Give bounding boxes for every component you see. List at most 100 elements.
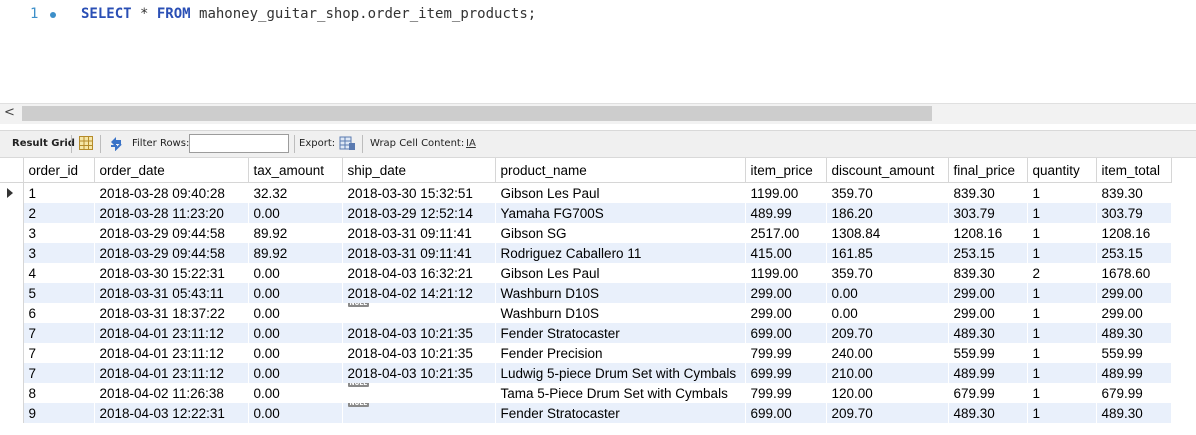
cell-tax-amount[interactable]: 0.00 [248,343,342,363]
column-header-final-price[interactable]: final_price [948,158,1028,183]
table-row[interactable]: 7 2018-04-01 23:11:12 0.00 2018-04-03 10:21… [0,323,1171,343]
cell-tax-amount[interactable]: 89.92 [248,223,342,243]
cell-order-date[interactable]: 2018-03-30 15:22:31 [94,263,248,283]
table-row[interactable]: 6 2018-03-31 18:37:22 0.00 NULL Washburn D10… [0,303,1171,323]
row-header[interactable] [0,203,24,223]
cell-final-price[interactable]: 839.30 [948,182,1027,203]
cell-tax-amount[interactable]: 0.00 [248,383,342,403]
row-header[interactable] [0,243,24,263]
result-grid[interactable]: order_id order_date tax_amount ship_date pro… [0,158,1196,435]
cell-order-id[interactable]: 1 [23,182,94,203]
cell-order-date[interactable]: 2018-03-29 09:44:58 [94,243,248,263]
cell-product-name[interactable]: Gibson SG [495,223,745,243]
row-header[interactable] [0,363,24,383]
cell-discount-amount[interactable]: 1308.84 [826,223,948,243]
cell-discount-amount[interactable]: 161.85 [826,243,948,263]
column-header-discount-amount[interactable]: discount_amount [826,158,949,183]
refresh-icon[interactable] [108,135,124,151]
cell-discount-amount[interactable]: 240.00 [826,343,948,363]
cell-ship-date[interactable]: 2018-04-03 16:32:21 [342,263,495,283]
cell-final-price[interactable]: 679.99 [948,383,1027,403]
column-header-item-price[interactable]: item_price [745,158,827,183]
cell-final-price[interactable]: 253.15 [948,243,1027,263]
cell-ship-date[interactable]: 2018-04-03 10:21:35 [342,363,495,383]
cell-ship-date[interactable]: 2018-04-02 14:21:12 [342,283,495,303]
cell-item-price[interactable]: 1199.00 [745,182,826,203]
cell-product-name[interactable]: Washburn D10S [495,283,745,303]
cell-order-date[interactable]: 2018-04-03 12:22:31 [94,403,248,423]
cell-order-id[interactable]: 7 [23,343,94,363]
cell-order-date[interactable]: 2018-03-28 09:40:28 [94,182,248,203]
cell-discount-amount[interactable]: 209.70 [826,323,948,343]
cell-order-date[interactable]: 2018-03-31 18:37:22 [94,303,248,323]
cell-product-name[interactable]: Fender Precision [495,343,745,363]
table-row[interactable]: 7 2018-04-01 23:11:12 0.00 2018-04-03 10:21… [0,363,1171,383]
cell-discount-amount[interactable]: 359.70 [826,182,948,203]
cell-tax-amount[interactable]: 0.00 [248,363,342,383]
wrap-text-icon[interactable]: IA [466,138,478,151]
cell-final-price[interactable]: 559.99 [948,343,1027,363]
cell-item-price[interactable]: 415.00 [745,243,826,263]
cell-product-name[interactable]: Yamaha FG700S [495,203,745,223]
cell-ship-date[interactable]: 2018-04-03 10:21:35 [342,323,495,343]
cell-item-total[interactable]: 1678.60 [1096,263,1171,283]
cell-discount-amount[interactable]: 186.20 [826,203,948,223]
cell-ship-date[interactable]: 2018-04-03 10:21:35 [342,343,495,363]
cell-item-price[interactable]: 299.00 [745,283,826,303]
cell-order-id[interactable]: 6 [23,303,94,323]
table-row[interactable]: 7 2018-04-01 23:11:12 0.00 2018-04-03 10:21… [0,343,1171,363]
cell-order-id[interactable]: 3 [23,243,94,263]
cell-ship-date[interactable]: NULL [342,383,495,403]
cell-item-total[interactable]: 839.30 [1096,182,1171,203]
cell-product-name[interactable]: Tama 5-Piece Drum Set with Cymbals [495,383,745,403]
column-header-item-total[interactable]: item_total [1096,158,1172,183]
cell-order-date[interactable]: 2018-03-31 05:43:11 [94,283,248,303]
cell-tax-amount[interactable]: 0.00 [248,263,342,283]
row-header[interactable] [0,303,24,323]
cell-product-name[interactable]: Fender Stratocaster [495,403,745,423]
cell-quantity[interactable]: 1 [1027,303,1096,323]
cell-item-total[interactable]: 679.99 [1096,383,1171,403]
cell-order-date[interactable]: 2018-04-02 11:26:38 [94,383,248,403]
cell-ship-date[interactable]: 2018-03-30 15:32:51 [342,182,495,203]
cell-final-price[interactable]: 303.79 [948,203,1027,223]
cell-item-price[interactable]: 299.00 [745,303,826,323]
cell-order-id[interactable]: 7 [23,323,94,343]
row-header[interactable] [0,182,24,203]
cell-order-date[interactable]: 2018-03-29 09:44:58 [94,223,248,243]
cell-quantity[interactable]: 1 [1027,223,1096,243]
cell-discount-amount[interactable]: 209.70 [826,403,948,423]
row-header[interactable] [0,383,24,403]
column-header-order-id[interactable]: order_id [23,158,95,183]
cell-discount-amount[interactable]: 359.70 [826,263,948,283]
column-header-quantity[interactable]: quantity [1027,158,1097,183]
cell-order-id[interactable]: 9 [23,403,94,423]
column-header-tax-amount[interactable]: tax_amount [248,158,343,183]
cell-quantity[interactable]: 1 [1027,343,1096,363]
row-header[interactable] [0,263,24,283]
cell-item-total[interactable]: 303.79 [1096,203,1171,223]
cell-item-price[interactable]: 1199.00 [745,263,826,283]
cell-item-price[interactable]: 699.99 [745,363,826,383]
cell-item-total[interactable]: 559.99 [1096,343,1171,363]
cell-item-total[interactable]: 299.00 [1096,303,1171,323]
export-icon[interactable] [339,135,356,151]
cell-tax-amount[interactable]: 0.00 [248,203,342,223]
cell-tax-amount[interactable]: 32.32 [248,182,342,203]
cell-tax-amount[interactable]: 0.00 [248,323,342,343]
cell-item-total[interactable]: 489.30 [1096,323,1171,343]
row-header[interactable] [0,343,24,363]
cell-product-name[interactable]: Ludwig 5-piece Drum Set with Cymbals [495,363,745,383]
cell-ship-date[interactable]: NULL [342,403,495,423]
cell-tax-amount[interactable]: 89.92 [248,243,342,263]
cell-product-name[interactable]: Gibson Les Paul [495,182,745,203]
sql-editor[interactable]: 1 SELECT * FROM mahoney_guitar_shop.orde… [0,0,1196,103]
column-header-ship-date[interactable]: ship_date [342,158,496,183]
row-header[interactable] [0,323,24,343]
cell-product-name[interactable]: Fender Stratocaster [495,323,745,343]
cell-ship-date[interactable]: NULL [342,303,495,323]
cell-ship-date[interactable]: 2018-03-31 09:11:41 [342,223,495,243]
editor-horizontal-scrollbar[interactable]: < [0,103,1196,124]
cell-order-id[interactable]: 4 [23,263,94,283]
table-row[interactable]: 3 2018-03-29 09:44:58 89.92 2018-03-31 09:1… [0,243,1171,263]
